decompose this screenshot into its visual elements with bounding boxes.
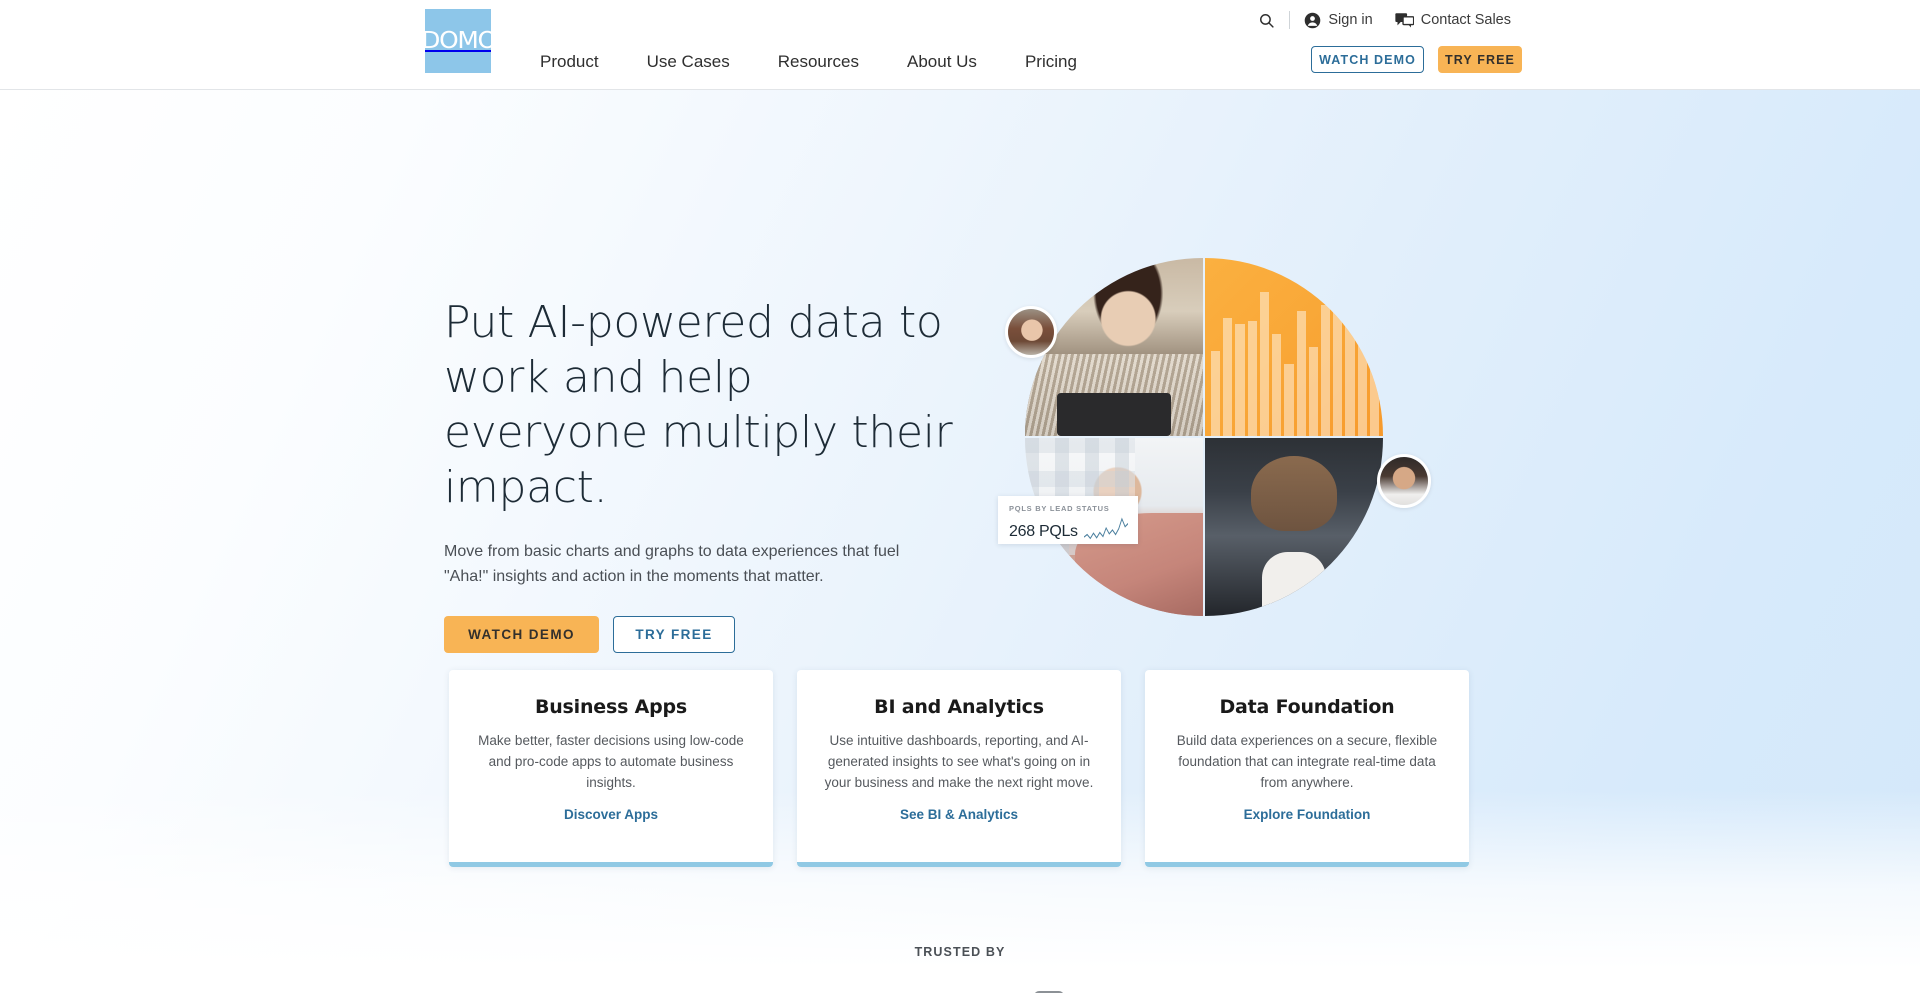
nav-item-use-cases[interactable]: Use Cases bbox=[623, 47, 754, 77]
logo-taylormade: TaylorMade bbox=[1138, 989, 1316, 993]
collage-photo-woman-phone bbox=[1205, 438, 1383, 616]
header-try-free-button[interactable]: TRY FREE bbox=[1438, 46, 1522, 73]
hero-copy: Put AI-powered data to work and help eve… bbox=[444, 295, 964, 653]
pqls-sparkline bbox=[1083, 517, 1128, 540]
avatar-person-2 bbox=[1377, 454, 1431, 508]
logo-cae: CAE bbox=[782, 989, 960, 993]
site-header: DOMO Product Use Cases Resources About U… bbox=[0, 0, 1920, 90]
hero-watch-demo-button[interactable]: WATCH DEMO bbox=[444, 616, 599, 653]
hero-subtitle: Move from basic charts and graphs to dat… bbox=[444, 543, 900, 585]
utility-divider bbox=[1289, 11, 1291, 29]
card-title: BI and Analytics bbox=[874, 696, 1044, 718]
contact-sales-label: Contact Sales bbox=[1420, 12, 1511, 28]
hero-image-collage: PQLS BY LEAD STATUS 268 PQLs bbox=[998, 258, 1431, 638]
card-link-explore-foundation[interactable]: Explore Foundation bbox=[1244, 807, 1371, 822]
domo-logo-text: DOMO bbox=[425, 28, 491, 54]
card-accent-bar bbox=[1145, 862, 1469, 867]
collage-bar-chart-graphic bbox=[1205, 258, 1383, 436]
hero-section: Put AI-powered data to work and help eve… bbox=[0, 90, 1920, 993]
card-data-foundation[interactable]: Data Foundation Build data experiences o… bbox=[1145, 670, 1469, 867]
hero-title: Put AI-powered data to work and help eve… bbox=[444, 297, 953, 513]
utility-navigation: Sign in Contact Sales bbox=[1247, 8, 1522, 32]
nav-item-about-us[interactable]: About Us bbox=[883, 47, 1001, 77]
card-description: Build data experiences on a secure, flex… bbox=[1176, 733, 1438, 790]
nav-item-product[interactable]: Product bbox=[516, 47, 623, 77]
search-button[interactable] bbox=[1247, 12, 1286, 29]
pqls-stat-value: 268 PQLs bbox=[1009, 523, 1078, 540]
pqls-stat-label: PQLS BY LEAD STATUS bbox=[1009, 504, 1110, 513]
pqls-stat-card: PQLS BY LEAD STATUS 268 PQLs bbox=[998, 496, 1138, 544]
trusted-by-section: TRUSTED BY Unilev bbox=[0, 945, 1920, 993]
card-description: Make better, faster decisions using low-… bbox=[478, 733, 744, 790]
card-bi-and-analytics[interactable]: BI and Analytics Use intuitive dashboard… bbox=[797, 670, 1121, 867]
feature-cards: Business Apps Make better, faster decisi… bbox=[449, 670, 1469, 867]
card-accent-bar bbox=[449, 862, 773, 867]
header-cta-group: WATCH DEMO TRY FREE bbox=[1311, 46, 1522, 73]
hero-bar-chart bbox=[1211, 272, 1380, 436]
contact-sales-link[interactable]: Contact Sales bbox=[1384, 12, 1522, 29]
nav-item-resources[interactable]: Resources bbox=[754, 47, 883, 77]
hero-cta-group: WATCH DEMO TRY FREE bbox=[444, 616, 964, 653]
card-title: Data Foundation bbox=[1219, 696, 1395, 718]
card-title: Business Apps bbox=[534, 696, 688, 718]
card-link-discover-apps[interactable]: Discover Apps bbox=[564, 807, 658, 822]
card-description: Use intuitive dashboards, reporting, and… bbox=[824, 733, 1094, 790]
domo-logo[interactable]: DOMO bbox=[425, 9, 491, 73]
logo-emerson: EMERSON bbox=[1316, 989, 1494, 993]
logo-nba: NBA bbox=[960, 989, 1138, 993]
header-watch-demo-button[interactable]: WATCH DEMO bbox=[1311, 46, 1424, 73]
card-business-apps[interactable]: Business Apps Make better, faster decisi… bbox=[449, 670, 773, 867]
trusted-by-label: TRUSTED BY bbox=[914, 945, 1006, 959]
sign-in-link[interactable]: Sign in bbox=[1293, 12, 1383, 29]
avatar-person-1 bbox=[1005, 306, 1057, 358]
hero-try-free-button[interactable]: TRY FREE bbox=[613, 616, 735, 653]
chat-icon bbox=[1395, 12, 1414, 27]
logo-unilever: Unilever bbox=[426, 989, 604, 993]
sign-in-label: Sign in bbox=[1328, 12, 1373, 28]
account-icon bbox=[1305, 12, 1321, 28]
search-icon bbox=[1260, 13, 1274, 28]
nav-item-pricing[interactable]: Pricing bbox=[1001, 47, 1101, 77]
logo-bbva: BBVA bbox=[604, 989, 782, 993]
trusted-by-logos: Unilever BBVA CAE NBA TaylorMade bbox=[0, 989, 1920, 993]
card-accent-bar bbox=[797, 862, 1121, 867]
card-link-see-bi-analytics[interactable]: See BI & Analytics bbox=[900, 807, 1018, 822]
main-navigation: Product Use Cases Resources About Us Pri… bbox=[516, 47, 1101, 77]
